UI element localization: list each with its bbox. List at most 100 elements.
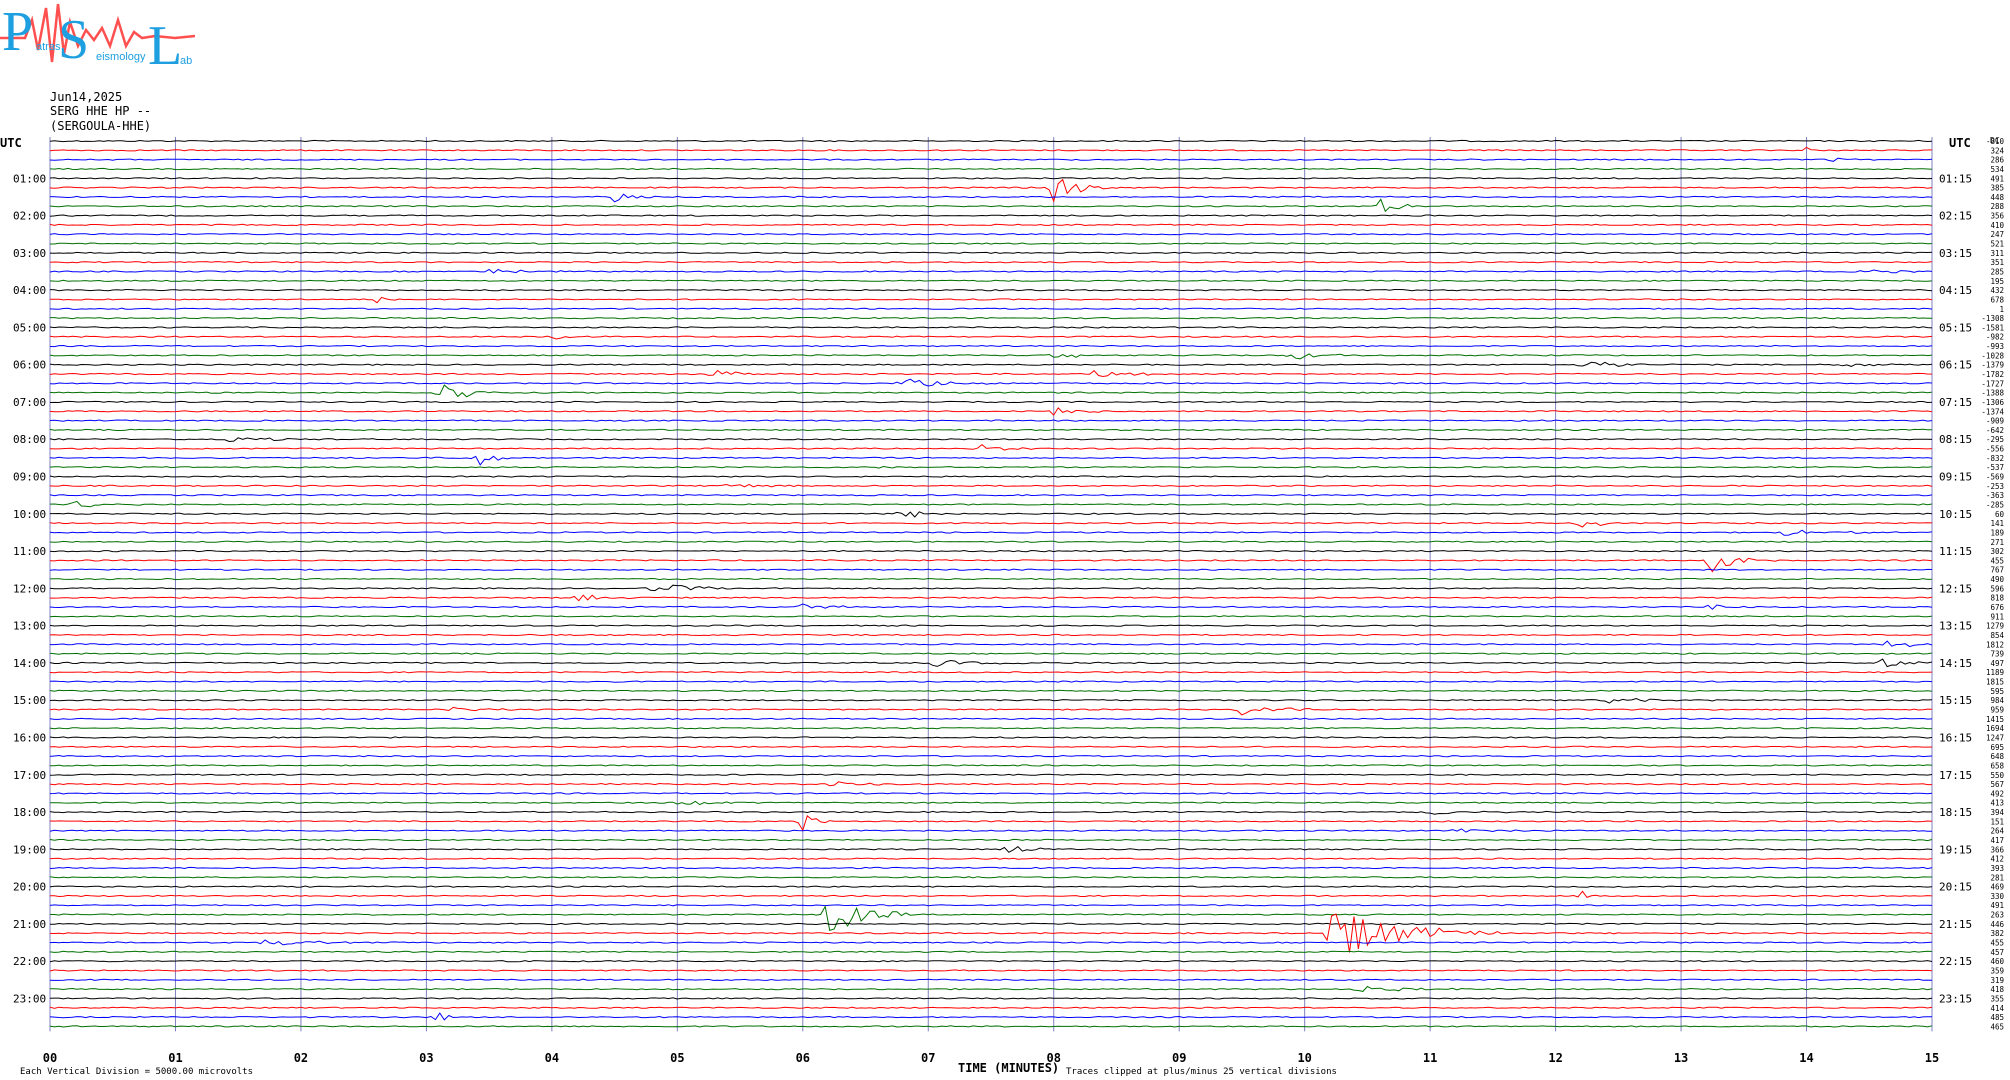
trace-2 bbox=[49, 157, 1933, 162]
dc-offset-value: 1694 bbox=[1986, 724, 2005, 733]
dc-offset-value: 417 bbox=[1990, 836, 2004, 845]
left-time-label: 01:00 bbox=[13, 172, 46, 185]
dc-offset-value: 302 bbox=[1990, 547, 2004, 556]
dc-offset-value: 195 bbox=[1990, 277, 2004, 286]
dc-offset-value: -295 bbox=[1986, 435, 2004, 444]
trace-18 bbox=[49, 307, 1933, 310]
dc-offset-value: 455 bbox=[1990, 556, 2004, 565]
logo-word-atras: atras bbox=[36, 41, 61, 53]
trace-86 bbox=[49, 939, 1933, 946]
x-tick-label: 15 bbox=[1925, 1051, 1939, 1065]
trace-42 bbox=[49, 529, 1933, 536]
trace-64 bbox=[49, 736, 1933, 739]
dc-offset-value: 1 bbox=[1999, 305, 2004, 314]
trace-70 bbox=[49, 792, 1933, 795]
trace-94 bbox=[49, 1012, 1932, 1021]
x-tick-label: 13 bbox=[1674, 1051, 1688, 1065]
dc-offset-value: -1306 bbox=[1981, 398, 2004, 407]
trace-16 bbox=[49, 288, 1933, 292]
trace-20 bbox=[49, 326, 1933, 329]
trace-28 bbox=[49, 400, 1933, 404]
trace-47 bbox=[49, 577, 1933, 581]
right-time-label: 23:15 bbox=[1939, 992, 1972, 1005]
dc-offset-value: 330 bbox=[1990, 892, 2004, 901]
dc-offset-value: 648 bbox=[1990, 752, 2004, 761]
trace-8 bbox=[49, 214, 1933, 217]
trace-67 bbox=[50, 764, 1933, 767]
x-axis-label: TIME (MINUTES) bbox=[958, 1061, 1059, 1075]
trace-49 bbox=[50, 594, 1933, 602]
left-time-labels: 01:00 02:00 03:00 04:00 05:00 06:00 07:00 08:00… bbox=[13, 172, 46, 1005]
trace-93 bbox=[49, 1006, 1933, 1009]
left-time-label: 22:00 bbox=[13, 955, 46, 968]
dc-offset-value: 141 bbox=[1990, 519, 2004, 528]
trace-58 bbox=[49, 680, 1933, 683]
dc-offset-value: 247 bbox=[1990, 230, 2004, 239]
x-tick-label: 05 bbox=[670, 1051, 684, 1065]
trace-31 bbox=[49, 428, 1932, 432]
dc-offset-value: 1247 bbox=[1986, 733, 2004, 742]
dc-offset-value: 189 bbox=[1990, 528, 2004, 537]
dc-offset-value: 596 bbox=[1990, 584, 2004, 593]
trace-56 bbox=[49, 658, 1933, 668]
x-tick-label: 00 bbox=[43, 1051, 57, 1065]
trace-11 bbox=[50, 242, 1933, 245]
dc-offset-value: 351 bbox=[1990, 258, 2004, 267]
right-time-label: 01:15 bbox=[1939, 172, 1972, 185]
left-time-label: 02:00 bbox=[13, 210, 46, 223]
trace-44 bbox=[49, 549, 1933, 553]
dc-offset-value: 382 bbox=[1990, 929, 2004, 938]
dc-offset-value: 394 bbox=[1990, 808, 2004, 817]
dc-offset-value: 356 bbox=[1990, 212, 2004, 221]
dc-offset-value: 550 bbox=[1990, 771, 2004, 780]
right-time-label: 11:15 bbox=[1939, 545, 1972, 558]
right-time-label: 21:15 bbox=[1939, 918, 1972, 931]
dc-offset-value: -1028 bbox=[1981, 351, 2004, 360]
left-time-label: 17:00 bbox=[13, 769, 46, 782]
dc-offset-value: -556 bbox=[1986, 445, 2005, 454]
dc-offset-value: 366 bbox=[1990, 845, 2004, 854]
left-time-label: 04:00 bbox=[13, 284, 46, 297]
trace-63 bbox=[49, 727, 1933, 730]
trace-54 bbox=[50, 640, 1933, 648]
trace-9 bbox=[49, 223, 1933, 227]
trace-60 bbox=[49, 697, 1933, 704]
right-time-label: 19:15 bbox=[1939, 843, 1972, 856]
trace-26 bbox=[49, 378, 1933, 387]
trace-77 bbox=[49, 857, 1933, 860]
dc-offset-value: -1727 bbox=[1981, 379, 2004, 388]
right-time-label: 13:15 bbox=[1939, 620, 1972, 633]
trace-1 bbox=[49, 146, 1933, 152]
left-time-label: 10:00 bbox=[13, 508, 46, 521]
dc-offset-value: -285 bbox=[1986, 500, 2004, 509]
right-time-label: 14:15 bbox=[1939, 657, 1972, 670]
dc-offset-value: 492 bbox=[1990, 789, 2004, 798]
trace-61 bbox=[49, 706, 1933, 716]
trace-73 bbox=[49, 815, 1933, 832]
trace-84 bbox=[50, 922, 1933, 926]
left-time-label: 07:00 bbox=[13, 396, 46, 409]
x-tick-label: 02 bbox=[294, 1051, 308, 1065]
dc-offset-value: -810 bbox=[1986, 137, 2005, 146]
dc-offset-value: 695 bbox=[1990, 743, 2004, 752]
x-tick-label: 14 bbox=[1799, 1051, 1813, 1065]
trace-68 bbox=[49, 773, 1933, 776]
dc-offset-value: 491 bbox=[1990, 174, 2004, 183]
left-time-label: 06:00 bbox=[13, 359, 46, 372]
trace-14 bbox=[49, 268, 1933, 274]
trace-34 bbox=[49, 455, 1933, 466]
dc-offset-value: 818 bbox=[1990, 594, 2004, 603]
trace-33 bbox=[49, 443, 1933, 451]
dc-offset-value: -1308 bbox=[1981, 314, 2004, 323]
dc-offset-value: 854 bbox=[1990, 631, 2004, 640]
trace-27 bbox=[49, 384, 1933, 398]
dc-offset-value: 658 bbox=[1990, 761, 2004, 770]
dc-offset-value: 491 bbox=[1990, 901, 2004, 910]
left-time-label: 13:00 bbox=[13, 620, 46, 633]
left-time-label: 15:00 bbox=[13, 694, 46, 707]
dc-offset-value: 263 bbox=[1990, 911, 2004, 920]
dc-offset-value: 285 bbox=[1990, 267, 2004, 276]
trace-39 bbox=[49, 500, 1933, 508]
dc-offset-value: 271 bbox=[1990, 538, 2004, 547]
dc-offset-value: 385 bbox=[1990, 184, 2004, 193]
